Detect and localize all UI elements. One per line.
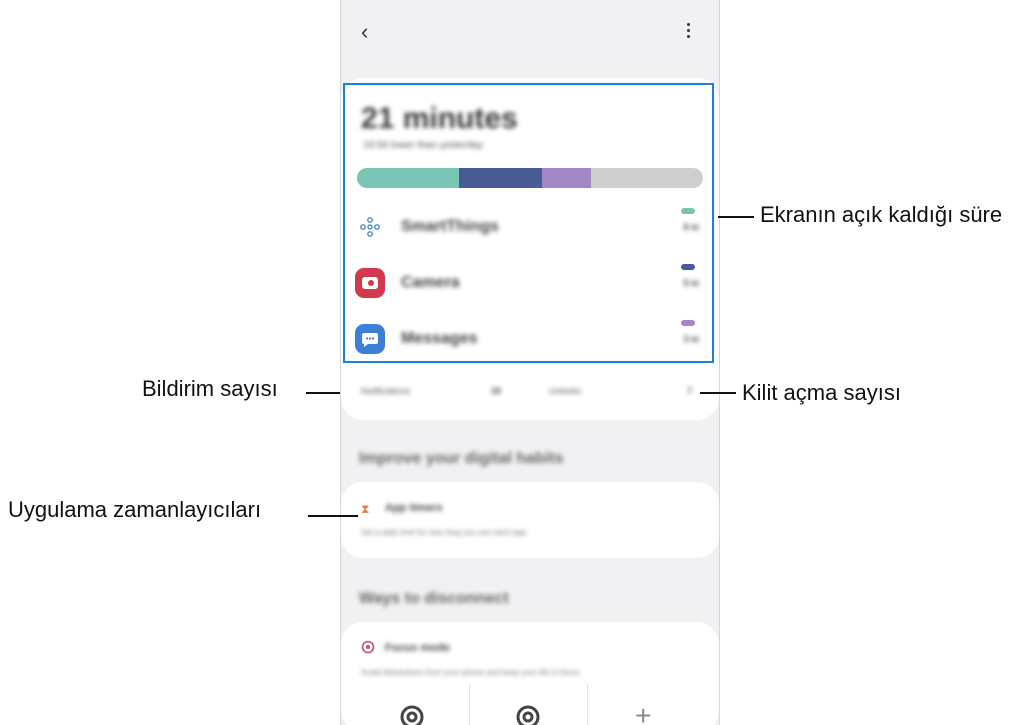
app-timers-card[interactable]: ⧗ App timers Set a daily limit for how l… [341,482,719,558]
divider [587,684,588,725]
notifications-callout: Bildirim sayısı [142,376,278,401]
unlocks-callout: Kilit açma sayısı [742,380,901,405]
unlocks-label: Unlocks [549,386,582,396]
focus-mode-title: Focus mode [385,642,450,654]
screen-time-callout: Ekranın açık kaldığı süre [760,202,1003,227]
notifications-label: Notifications [361,386,411,396]
add-icon[interactable]: + [635,700,651,725]
focus-mode-desc: Avoid distractions from your phone and k… [361,668,582,677]
notifications-count: 28 [491,386,502,396]
app-timers-desc: Set a daily limit for how long you use e… [361,528,529,537]
hourglass-icon: ⧗ [361,502,370,516]
top-bar: ‹ [341,0,719,72]
improve-section-title: Improve your digital habits [359,450,564,467]
leader-line [718,216,754,218]
unlocks-count: 7 [687,386,693,396]
leader-line [308,515,358,517]
app-timers-title: App timers [385,502,443,514]
counts-row: Notifications 28 Unlocks 7 [341,378,719,410]
leader-line [700,392,736,394]
back-button[interactable]: ‹ [361,20,385,44]
divider [469,684,470,725]
leader-line [306,392,340,394]
app-timers-callout: Uygulama zamanlayıcıları [8,497,262,522]
focus-mode-card[interactable]: Focus mode Avoid distractions from your … [341,622,719,725]
focus-mode-option-icon[interactable] [399,704,425,725]
focus-mode-option-icon[interactable] [515,704,541,725]
more-options-button[interactable] [681,20,695,44]
disconnect-section-title: Ways to disconnect [359,590,509,607]
screen-time-highlight [343,83,714,363]
focus-icon [361,640,375,659]
